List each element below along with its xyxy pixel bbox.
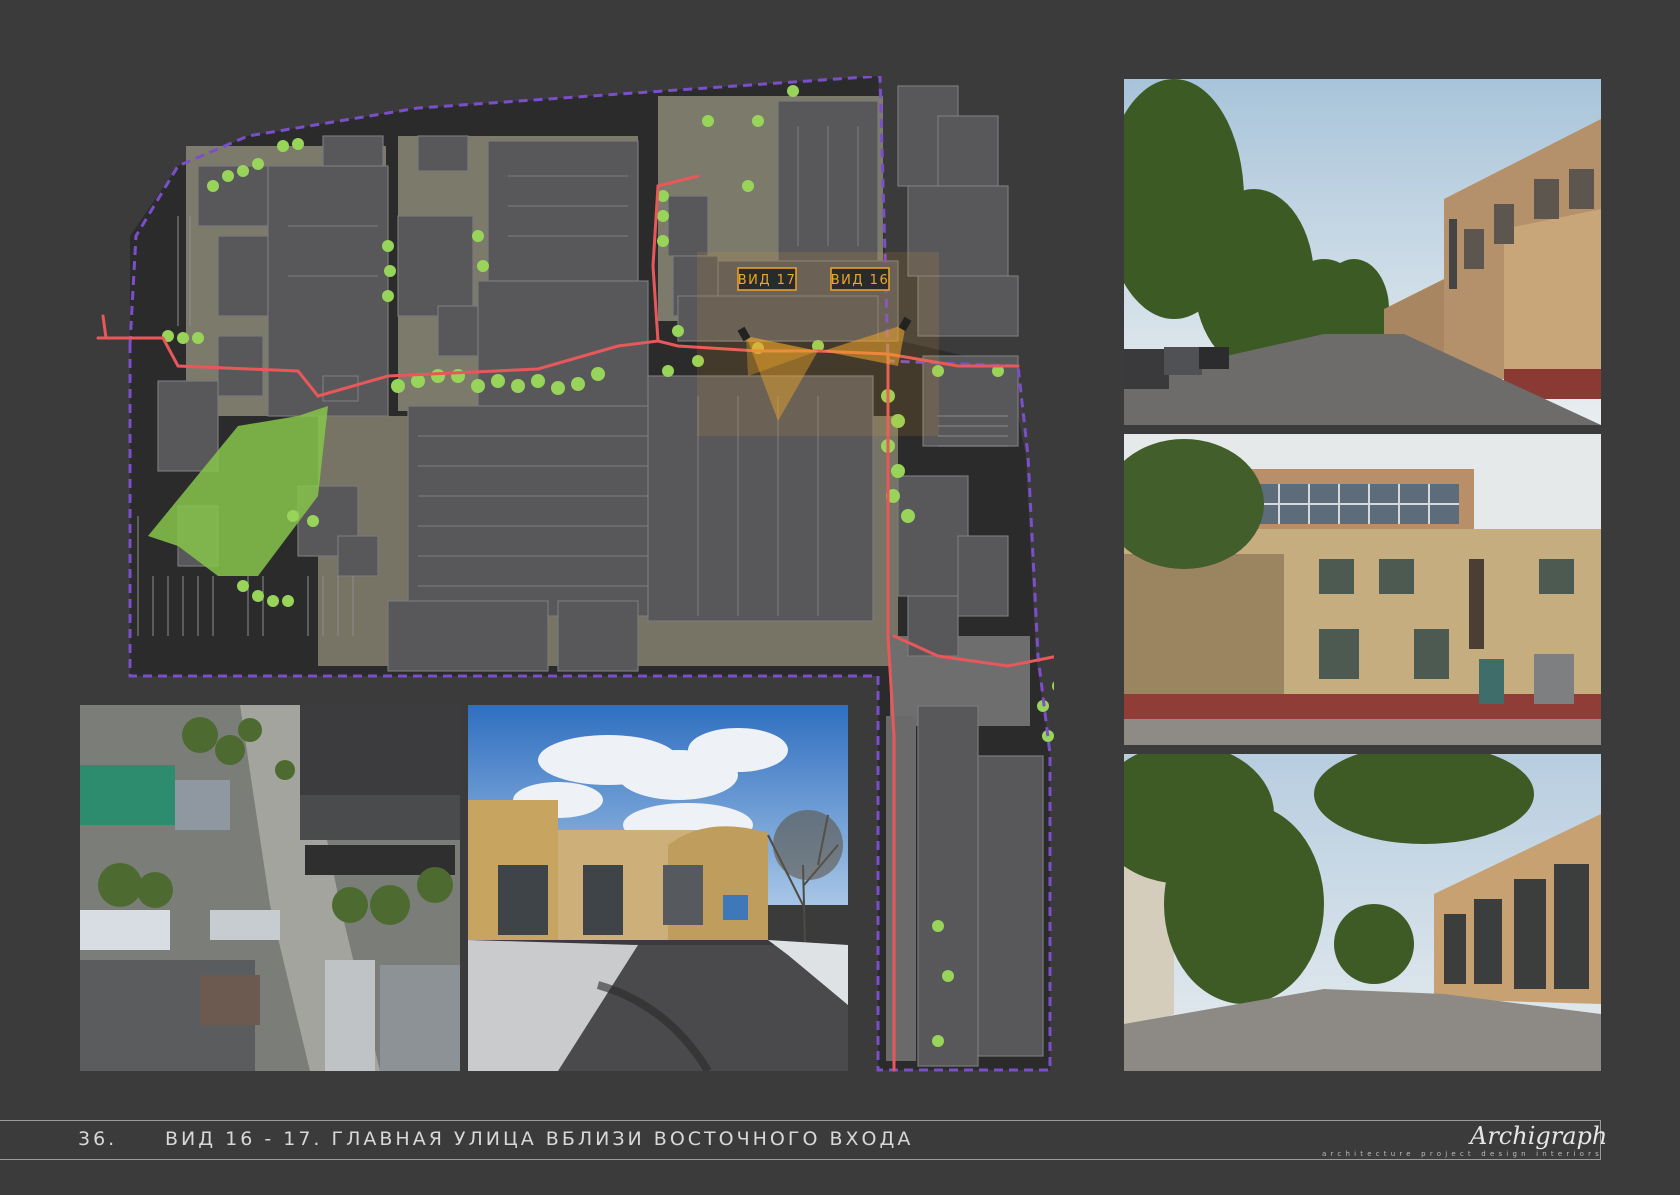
view-17-tag[interactable]: ВИД 17	[737, 267, 797, 291]
view-16-tag[interactable]: ВИД 16	[830, 267, 890, 291]
logo-tagline: architecture project design interiors	[1322, 1150, 1604, 1158]
view-16-label: ВИД 16	[831, 273, 889, 288]
archigraph-logo: Archigraph	[1470, 1122, 1608, 1150]
view-17-label: ВИД 17	[738, 273, 796, 288]
brick-facade-photo	[1124, 434, 1601, 745]
page-number: 36.	[78, 1128, 118, 1150]
courtyard-photo	[1124, 754, 1601, 1071]
aerial-photo	[80, 705, 460, 1071]
sheet-title: ВИД 16 - 17. ГЛАВНАЯ УЛИЦА ВБЛИЗИ ВОСТОЧ…	[165, 1128, 914, 1150]
street-snow-photo	[468, 705, 848, 1071]
street-perspective-photo	[1124, 79, 1601, 425]
